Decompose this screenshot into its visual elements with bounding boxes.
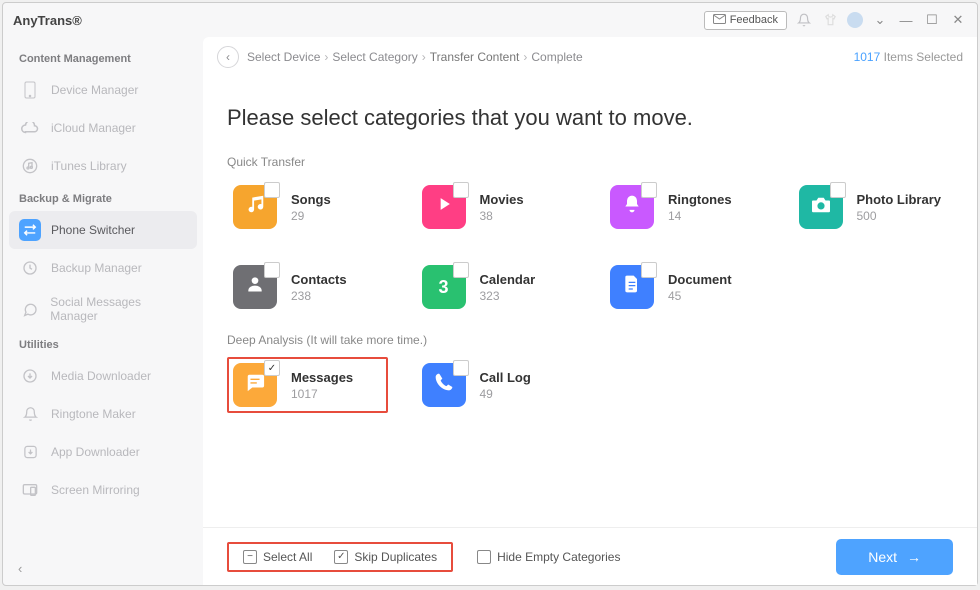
next-label: Next	[868, 549, 897, 565]
skip-duplicates-checkbox[interactable]: ✓ Skip Duplicates	[334, 550, 437, 564]
unchecked-icon	[477, 550, 491, 564]
chevron-right-icon: ›	[523, 50, 527, 64]
play-icon	[434, 194, 454, 220]
bell-icon[interactable]	[795, 11, 813, 29]
breadcrumb: ‹ Select Device › Select Category › Tran…	[203, 37, 977, 77]
sidebar-item-label: Ringtone Maker	[51, 407, 136, 421]
checkbox-icon[interactable]	[830, 182, 846, 198]
person-icon	[245, 274, 265, 300]
sidebar-heading-content-management: Content Management	[9, 45, 197, 71]
feedback-label: Feedback	[730, 14, 778, 26]
sidebar-item-label: Device Manager	[51, 83, 138, 97]
checkbox-icon[interactable]	[453, 262, 469, 278]
chevron-right-icon: ›	[324, 50, 328, 64]
sidebar-item-label: Screen Mirroring	[51, 483, 140, 497]
sidebar-item-ringtone-maker[interactable]: Ringtone Maker	[9, 395, 197, 433]
sidebar-heading-backup-migrate: Backup & Migrate	[9, 185, 197, 211]
app-download-icon	[19, 441, 41, 463]
back-button[interactable]: ‹	[217, 46, 239, 68]
indeterminate-check-icon: −	[243, 550, 257, 564]
sidebar-heading-utilities: Utilities	[9, 331, 197, 357]
sidebar-item-label: App Downloader	[51, 445, 140, 459]
bell-outline-icon	[19, 403, 41, 425]
section-deep-analysis: Deep Analysis (It will take more time.)	[227, 333, 953, 347]
select-all-checkbox[interactable]: − Select All	[243, 550, 312, 564]
checkbox-icon[interactable]	[264, 182, 280, 198]
sidebar-item-backup-manager[interactable]: Backup Manager	[9, 249, 197, 287]
avatar-icon[interactable]	[847, 12, 863, 28]
sidebar-item-phone-switcher[interactable]: Phone Switcher	[9, 211, 197, 249]
maximize-icon[interactable]: ☐	[923, 11, 941, 29]
switch-icon	[19, 219, 41, 241]
category-calendar[interactable]: 3 Calendar323	[416, 259, 577, 315]
category-movies[interactable]: Movies38	[416, 179, 577, 235]
sidebar-item-device-manager[interactable]: Device Manager	[9, 71, 197, 109]
cloud-icon	[19, 117, 41, 139]
category-songs[interactable]: Songs29	[227, 179, 388, 235]
phone-icon	[19, 79, 41, 101]
sidebar-item-itunes-library[interactable]: iTunes Library	[9, 147, 197, 185]
message-icon	[244, 372, 266, 398]
sidebar-item-social-messages[interactable]: Social Messages Manager	[9, 287, 197, 331]
sidebar-item-label: iTunes Library	[51, 159, 127, 173]
crumb-transfer-content: Transfer Content	[430, 50, 520, 64]
feedback-button[interactable]: Feedback	[704, 11, 787, 30]
checkbox-icon[interactable]	[453, 360, 469, 376]
sidebar-item-app-downloader[interactable]: App Downloader	[9, 433, 197, 471]
page-title: Please select categories that you want t…	[227, 105, 953, 131]
section-quick-transfer: Quick Transfer	[227, 155, 953, 169]
mail-icon	[713, 14, 726, 27]
checkbox-icon[interactable]	[641, 262, 657, 278]
chat-icon	[19, 298, 40, 320]
document-icon	[623, 274, 641, 300]
sidebar-item-screen-mirroring[interactable]: Screen Mirroring	[9, 471, 197, 509]
next-button[interactable]: Next →	[836, 539, 953, 575]
checkbox-icon[interactable]: ✓	[264, 360, 280, 376]
app-title: AnyTrans®	[13, 13, 82, 28]
sidebar: Content Management Device Manager iCloud…	[3, 37, 203, 585]
sidebar-item-label: Social Messages Manager	[50, 295, 187, 323]
select-all-label: Select All	[263, 550, 312, 564]
sidebar-item-label: Media Downloader	[51, 369, 151, 383]
hide-empty-checkbox[interactable]: Hide Empty Categories	[477, 550, 620, 564]
dropdown-icon[interactable]: ⌄	[871, 11, 889, 29]
sidebar-item-media-downloader[interactable]: Media Downloader	[9, 357, 197, 395]
category-contacts[interactable]: Contacts238	[227, 259, 388, 315]
items-selected-label: 1017 Items Selected	[854, 50, 963, 64]
crumb-complete: Complete	[531, 50, 582, 64]
category-ringtones[interactable]: Ringtones14	[604, 179, 765, 235]
category-call-log[interactable]: Call Log49	[416, 357, 577, 413]
category-photo-library[interactable]: Photo Library500	[793, 179, 954, 235]
music-icon	[244, 193, 266, 221]
category-document[interactable]: Document45	[604, 259, 765, 315]
crumb-select-device[interactable]: Select Device	[247, 50, 320, 64]
arrow-right-icon: →	[907, 549, 921, 565]
sidebar-item-label: iCloud Manager	[51, 121, 136, 135]
minimize-icon[interactable]: —	[897, 11, 915, 29]
music-note-icon	[19, 155, 41, 177]
chevron-right-icon: ›	[422, 50, 426, 64]
download-icon	[19, 365, 41, 387]
checked-icon: ✓	[334, 550, 348, 564]
checkbox-icon[interactable]	[641, 182, 657, 198]
sidebar-item-label: Phone Switcher	[51, 223, 135, 237]
phone-call-icon	[434, 372, 454, 398]
tshirt-icon[interactable]	[821, 11, 839, 29]
close-icon[interactable]: ✕	[949, 11, 967, 29]
footer-options-highlight: − Select All ✓ Skip Duplicates	[227, 542, 453, 572]
sidebar-item-label: Backup Manager	[51, 261, 142, 275]
bell-fill-icon	[622, 194, 642, 220]
category-messages[interactable]: ✓ Messages1017	[227, 357, 388, 413]
sidebar-item-icloud-manager[interactable]: iCloud Manager	[9, 109, 197, 147]
screen-mirror-icon	[19, 479, 41, 501]
camera-icon	[810, 194, 832, 220]
collapse-sidebar-button[interactable]: ‹	[18, 561, 22, 576]
clock-icon	[19, 257, 41, 279]
checkbox-icon[interactable]	[264, 262, 280, 278]
checkbox-icon[interactable]	[453, 182, 469, 198]
skip-duplicates-label: Skip Duplicates	[354, 550, 437, 564]
hide-empty-label: Hide Empty Categories	[497, 550, 620, 564]
calendar-icon: 3	[438, 277, 448, 298]
crumb-select-category[interactable]: Select Category	[332, 50, 417, 64]
